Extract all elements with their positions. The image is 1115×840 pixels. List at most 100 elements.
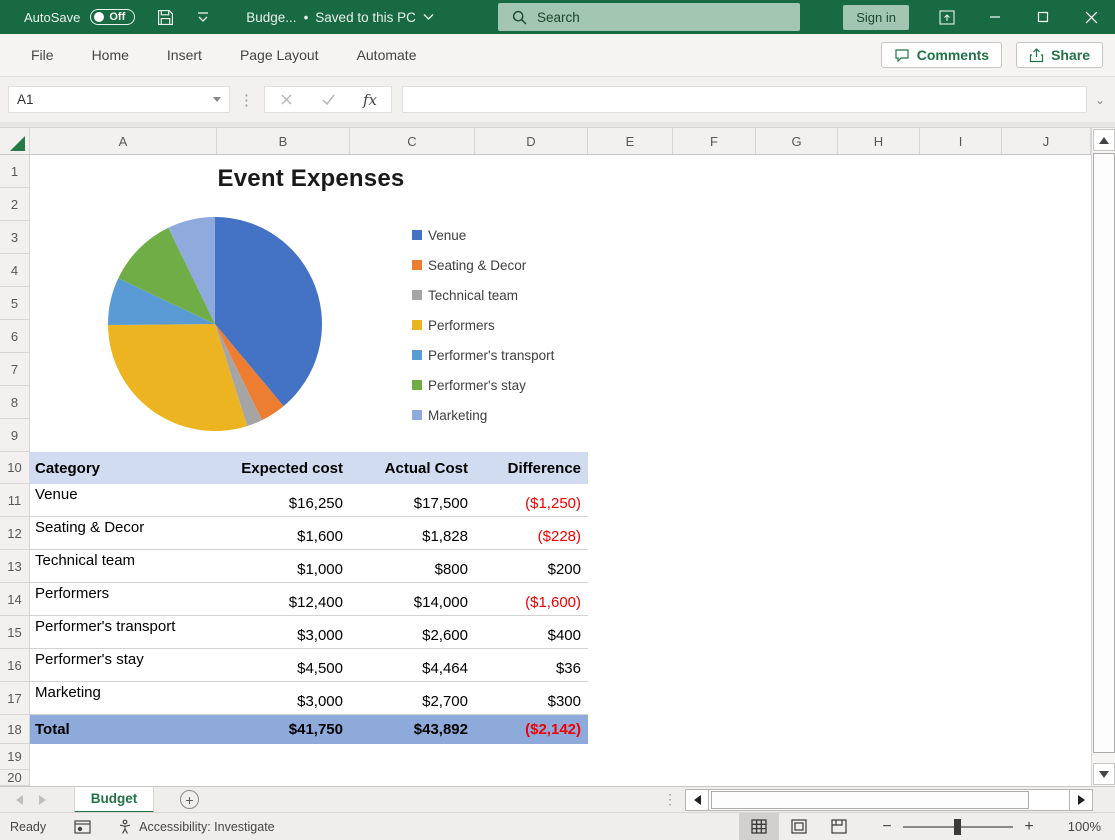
row-header-20[interactable]: 20 xyxy=(0,770,29,786)
new-sheet-button[interactable]: + xyxy=(180,790,199,809)
autosave-toggle[interactable]: Off xyxy=(90,9,136,25)
vertical-scroll-thumb[interactable] xyxy=(1092,153,1115,753)
column-header-h[interactable]: H xyxy=(838,128,920,154)
expense-table[interactable]: Category Expected cost Actual Cost Differen… xyxy=(30,452,588,744)
minimize-button[interactable] xyxy=(971,0,1019,34)
table-row[interactable]: Performer's transport $3,000 $2,600 $400 xyxy=(30,616,588,649)
sheet-tab-budget[interactable]: Budget xyxy=(74,786,154,813)
row-header-11[interactable]: 11 xyxy=(0,484,29,517)
save-icon[interactable] xyxy=(157,9,174,26)
table-row[interactable]: Venue $16,250 $17,500 ($1,250) xyxy=(30,484,588,517)
cell-category[interactable]: Marketing xyxy=(30,682,217,714)
view-normal-button[interactable] xyxy=(739,813,779,840)
cell-expected-cost[interactable]: $16,250 xyxy=(217,484,350,516)
cell-difference[interactable]: $36 xyxy=(475,649,588,681)
row-header-8[interactable]: 8 xyxy=(0,386,29,419)
tab-insert[interactable]: Insert xyxy=(148,38,221,72)
table-total-row[interactable]: Total $41,750 $43,892 ($2,142) xyxy=(30,715,588,744)
table-row[interactable]: Performer's stay $4,500 $4,464 $36 xyxy=(30,649,588,682)
row-header-15[interactable]: 15 xyxy=(0,616,29,649)
cell-difference[interactable]: ($2,142) xyxy=(475,715,588,744)
cell-actual-cost[interactable]: $17,500 xyxy=(350,484,475,516)
cell-actual-cost[interactable]: $2,700 xyxy=(350,682,475,714)
cell-actual-cost[interactable]: $800 xyxy=(350,550,475,582)
cell-expected-cost[interactable]: $1,000 xyxy=(217,550,350,582)
cell-difference[interactable]: $200 xyxy=(475,550,588,582)
cell-category[interactable]: Category xyxy=(30,452,217,484)
insert-function-icon[interactable]: fx xyxy=(349,87,391,112)
pie-chart-object[interactable]: Event Expenses Venue Seating & Decor Techn… xyxy=(35,159,587,449)
scroll-down-button[interactable] xyxy=(1092,763,1115,785)
zoom-out-button[interactable]: − xyxy=(877,818,897,836)
cell-difference[interactable]: $300 xyxy=(475,682,588,714)
column-header-a[interactable]: A xyxy=(30,128,217,154)
cell-expected-cost[interactable]: $4,500 xyxy=(217,649,350,681)
quick-access-dropdown-icon[interactable] xyxy=(196,11,210,23)
cell-difference[interactable]: ($1,600) xyxy=(475,583,588,615)
zoom-in-button[interactable]: + xyxy=(1019,818,1039,836)
cell-category[interactable]: Technical team xyxy=(30,550,217,582)
cell-expected-cost[interactable]: $1,600 xyxy=(217,517,350,549)
document-title[interactable]: Budge... • Saved to this PC xyxy=(246,10,434,25)
row-header-17[interactable]: 17 xyxy=(0,682,29,715)
cell-actual-cost[interactable]: $2,600 xyxy=(350,616,475,648)
row-header-12[interactable]: 12 xyxy=(0,517,29,550)
maximize-button[interactable] xyxy=(1019,0,1067,34)
column-header-g[interactable]: G xyxy=(756,128,838,154)
column-header-b[interactable]: B xyxy=(217,128,350,154)
tab-automate[interactable]: Automate xyxy=(338,38,436,72)
cancel-icon[interactable] xyxy=(265,87,307,112)
legend-item-performer-s-stay[interactable]: Performer's stay xyxy=(412,370,554,400)
prev-sheet-icon[interactable] xyxy=(16,794,23,805)
cell-actual-cost[interactable]: $4,464 xyxy=(350,649,475,681)
cell-expected-cost[interactable]: $12,400 xyxy=(217,583,350,615)
cell-expected-cost[interactable]: Expected cost xyxy=(217,452,350,484)
pie-chart[interactable] xyxy=(105,214,325,434)
vertical-scroll-track[interactable] xyxy=(1092,152,1115,762)
zoom-slider[interactable] xyxy=(903,818,1013,835)
horizontal-scrollbar[interactable] xyxy=(685,788,1093,811)
tab-file[interactable]: File xyxy=(12,38,73,72)
cell-expected-cost[interactable]: $41,750 xyxy=(217,715,350,744)
legend-item-performer-s-transport[interactable]: Performer's transport xyxy=(412,340,554,370)
cell-difference[interactable]: $400 xyxy=(475,616,588,648)
formula-bar-grip[interactable]: ⋮ xyxy=(239,91,255,109)
cell-actual-cost[interactable]: Actual Cost xyxy=(350,452,475,484)
row-header-9[interactable]: 9 xyxy=(0,419,29,452)
legend-item-seating-decor[interactable]: Seating & Decor xyxy=(412,250,554,280)
row-header-10[interactable]: 10 xyxy=(0,452,29,484)
cell-category[interactable]: Venue xyxy=(30,484,217,516)
search-input[interactable]: Search xyxy=(498,3,800,31)
cell-actual-cost[interactable]: $43,892 xyxy=(350,715,475,744)
enter-check-icon[interactable] xyxy=(307,87,349,112)
zoom-slider-thumb[interactable] xyxy=(954,818,961,835)
table-row[interactable]: Technical team $1,000 $800 $200 xyxy=(30,550,588,583)
cell-category[interactable]: Total xyxy=(30,715,217,744)
row-header-13[interactable]: 13 xyxy=(0,550,29,583)
name-box[interactable]: A1 xyxy=(8,86,230,113)
legend-item-marketing[interactable]: Marketing xyxy=(412,400,554,430)
column-header-e[interactable]: E xyxy=(588,128,673,154)
table-row[interactable]: Marketing $3,000 $2,700 $300 xyxy=(30,682,588,715)
tab-home[interactable]: Home xyxy=(73,38,148,72)
legend-item-technical-team[interactable]: Technical team xyxy=(412,280,554,310)
share-button[interactable]: Share xyxy=(1016,42,1103,68)
vertical-scrollbar[interactable] xyxy=(1091,128,1115,786)
cell-category[interactable]: Performer's stay xyxy=(30,649,217,681)
ribbon-display-options-icon[interactable] xyxy=(923,0,971,34)
cell-expected-cost[interactable]: $3,000 xyxy=(217,682,350,714)
cell-category[interactable]: Performers xyxy=(30,583,217,615)
horizontal-scroll-track[interactable] xyxy=(709,788,1069,811)
column-header-j[interactable]: J xyxy=(1002,128,1091,154)
column-header-i[interactable]: I xyxy=(920,128,1002,154)
row-header-1[interactable]: 1 xyxy=(0,155,29,188)
worksheet-cells[interactable]: Event Expenses Venue Seating & Decor Techn… xyxy=(30,155,1091,786)
cell-difference[interactable]: Difference xyxy=(475,452,588,484)
row-header-16[interactable]: 16 xyxy=(0,649,29,682)
cell-difference[interactable]: ($228) xyxy=(475,517,588,549)
row-header-3[interactable]: 3 xyxy=(0,221,29,254)
formula-bar-expand-icon[interactable]: ⌄ xyxy=(1095,93,1105,107)
row-header-19[interactable]: 19 xyxy=(0,744,29,770)
scroll-up-button[interactable] xyxy=(1092,129,1115,151)
view-page-break-button[interactable] xyxy=(819,813,859,840)
